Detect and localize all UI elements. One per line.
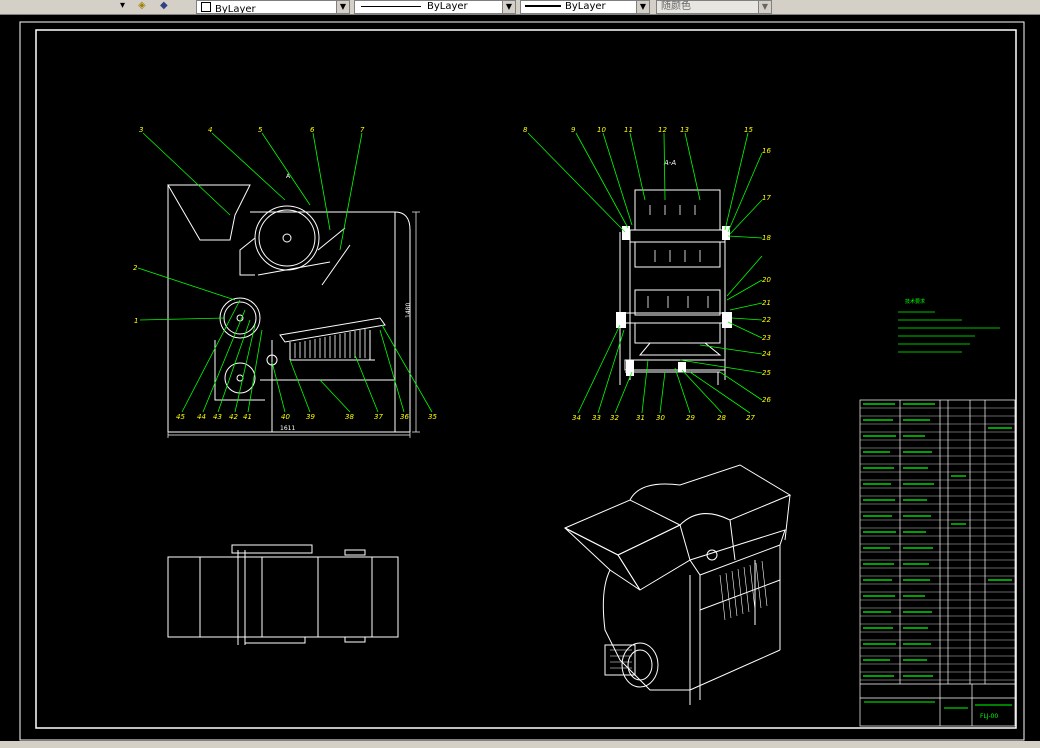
section-view: [619, 189, 731, 385]
svg-text:21: 21: [762, 299, 771, 307]
svg-text:29: 29: [686, 414, 695, 422]
parts-list: [859, 399, 1016, 727]
chevron-down-icon[interactable]: ▼: [502, 1, 515, 13]
notes-title: 技术要求: [905, 298, 925, 305]
svg-text:6: 6: [310, 126, 315, 134]
svg-text:12: 12: [658, 126, 667, 134]
plotstyle-combo[interactable]: 随颜色 ▼: [656, 0, 772, 14]
drawing-canvas[interactable]: 1611 1480 A 3 4 5 6 7 2 1 45 44 43 42 41: [0, 15, 1040, 741]
linetype-sample: [361, 5, 421, 7]
svg-text:33: 33: [592, 414, 601, 422]
dropdown-arrow-icon[interactable]: ▾: [120, 0, 125, 13]
svg-text:22: 22: [762, 316, 771, 324]
drawing-number: FLJ-00: [980, 713, 998, 720]
drawing-frame: [35, 29, 1017, 729]
svg-text:28: 28: [717, 414, 726, 422]
svg-text:20: 20: [762, 276, 771, 284]
height-dimension: 1480: [405, 303, 412, 318]
side-view-sieve-slats: [294, 329, 366, 358]
svg-text:35: 35: [428, 413, 437, 421]
svg-text:31: 31: [636, 414, 645, 422]
side-view-balloons: 3 4 5 6 7 2 1 45 44 43 42 41 40 39 38 37…: [133, 126, 437, 421]
layer-states-icon[interactable]: ◈: [138, 0, 146, 13]
svg-text:40: 40: [281, 413, 290, 421]
lineweight-value: ByLayer: [565, 1, 606, 12]
svg-text:30: 30: [656, 414, 665, 422]
svg-text:8: 8: [523, 126, 528, 134]
title-block-text: [864, 701, 1012, 709]
top-view: [167, 544, 399, 645]
isometric-view: [563, 464, 792, 705]
svg-text:26: 26: [762, 396, 771, 404]
view-marker: A: [286, 173, 291, 180]
svg-text:3: 3: [139, 126, 143, 134]
plotstyle-value: 随颜色: [661, 1, 691, 12]
svg-text:45: 45: [176, 413, 185, 421]
lineweight-sample: [525, 5, 561, 7]
svg-text:24: 24: [762, 350, 771, 358]
status-bar: [0, 741, 1040, 748]
chevron-down-icon[interactable]: ▼: [636, 1, 649, 13]
lineweight-combo[interactable]: ByLayer ▼: [520, 0, 650, 14]
svg-text:27: 27: [746, 414, 755, 422]
section-view-leaders: [527, 132, 763, 414]
section-view-balloons: 8 9 10 11 12 13 15 16 17 18 20 21 22 23 …: [523, 126, 771, 422]
parts-list-rows: [860, 407, 1015, 681]
width-dimension: 1611: [280, 425, 295, 432]
color-value: ByLayer: [215, 4, 256, 14]
svg-text:15: 15: [744, 126, 753, 134]
svg-text:39: 39: [306, 413, 315, 421]
svg-text:9: 9: [571, 126, 576, 134]
sheet-border: [19, 21, 1025, 741]
svg-text:37: 37: [374, 413, 383, 421]
svg-text:7: 7: [360, 126, 365, 134]
properties-toolbar: ▾ ◈ ◆ ByLayer ▼ ByLayer ▼ ByLayer ▼ 随颜色 …: [0, 0, 1040, 15]
cad-drawing: 1611 1480 A 3 4 5 6 7 2 1 45 44 43 42 41: [19, 21, 1025, 741]
svg-text:4: 4: [208, 126, 212, 134]
svg-text:10: 10: [597, 126, 606, 134]
linetype-combo[interactable]: ByLayer ▼: [354, 0, 516, 14]
side-view: [167, 184, 411, 433]
color-combo[interactable]: ByLayer ▼: [196, 0, 350, 14]
svg-text:25: 25: [762, 369, 771, 377]
svg-text:5: 5: [258, 126, 263, 134]
tech-notes: [898, 311, 1000, 353]
side-view-leaders: [137, 132, 433, 413]
section-label: A-A: [663, 159, 676, 167]
svg-text:32: 32: [610, 414, 619, 422]
svg-text:42: 42: [229, 413, 238, 421]
svg-text:2: 2: [133, 264, 138, 272]
section-view-pulleys: [616, 226, 732, 376]
svg-text:13: 13: [680, 126, 689, 134]
svg-text:34: 34: [572, 414, 581, 422]
chevron-down-icon[interactable]: ▼: [758, 1, 771, 13]
svg-text:36: 36: [400, 413, 409, 421]
layer-previous-icon[interactable]: ◆: [160, 0, 168, 13]
chevron-down-icon[interactable]: ▼: [336, 1, 349, 13]
color-swatch-icon: [201, 2, 211, 12]
linetype-value: ByLayer: [427, 1, 468, 12]
svg-text:1: 1: [134, 317, 138, 325]
svg-text:43: 43: [213, 413, 222, 421]
svg-text:16: 16: [762, 147, 771, 155]
svg-text:38: 38: [345, 413, 354, 421]
parts-list-entries: [863, 403, 1012, 677]
svg-text:11: 11: [624, 126, 633, 134]
svg-text:17: 17: [762, 194, 771, 202]
svg-text:23: 23: [762, 334, 771, 342]
svg-text:44: 44: [197, 413, 206, 421]
svg-text:41: 41: [243, 413, 252, 421]
svg-text:18: 18: [762, 234, 771, 242]
section-view-bolts: [647, 205, 709, 308]
